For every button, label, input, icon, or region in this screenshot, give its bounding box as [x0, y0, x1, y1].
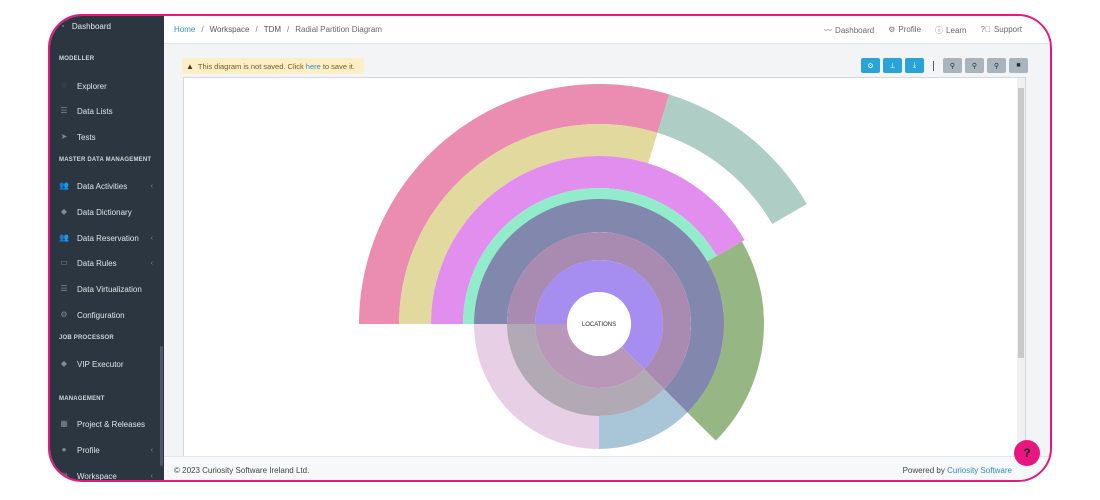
sidebar-item-data-virtualization[interactable]: ☰ Data Virtualization	[59, 281, 159, 297]
breadcrumb-tdm[interactable]: TDM	[264, 25, 281, 34]
paper-plane-icon: ➤	[60, 132, 68, 141]
sidebar-item-label: Data Rules	[77, 258, 117, 268]
sidebar-item-workspace[interactable]: ▤ Workspace ‹	[59, 468, 159, 481]
sidebar-item-data-activities[interactable]: 👥 Data Activities ‹	[59, 178, 159, 194]
user-icon: ●	[61, 445, 67, 454]
sidebar-item-label: Data Dictionary	[77, 207, 132, 217]
zoom-in-icon: ⚲	[971, 62, 978, 70]
canvas-scrollbar[interactable]	[1018, 88, 1024, 358]
chevron-left-icon: ‹	[150, 472, 153, 480]
search-icon: ⚲	[949, 62, 956, 70]
sidebar-item-label: Data Virtualization	[77, 284, 142, 294]
save-link[interactable]: here	[306, 62, 321, 71]
sidebar-section-modeller: MODELLER	[59, 56, 95, 62]
chevron-left-icon: ‹	[150, 446, 153, 454]
sidebar-item-configuration[interactable]: ⚙ Configuration	[59, 307, 159, 323]
gear-icon: ⚙	[867, 62, 874, 70]
question-icon: ?⃝	[980, 25, 991, 34]
settings-button[interactable]: ⚙	[861, 58, 880, 73]
list-icon: ☰	[60, 106, 68, 115]
chevron-left-icon: ‹	[150, 259, 153, 267]
sidebar-section-job-processor: JOB PROCESSOR	[59, 335, 114, 341]
help-button[interactable]: ?	[1014, 440, 1040, 466]
sidebar-item-label: Tests	[77, 132, 96, 142]
center-label: LOCATIONS	[582, 322, 616, 328]
breadcrumb-workspace[interactable]: Workspace	[210, 25, 250, 34]
gear-icon: ⚙	[60, 310, 68, 319]
download-button[interactable]: ⤓	[905, 58, 924, 73]
sidebar-item-label: VIP Executor	[77, 359, 124, 369]
breadcrumb-current: Radial Partition Diagram	[295, 25, 382, 34]
gear-icon: ⚙	[888, 25, 896, 34]
sidebar-item-tests[interactable]: ➤ Tests	[59, 129, 159, 145]
sidebar-section-management: MANAGEMENT	[59, 396, 105, 402]
top-nav: 〰 Dashboard ⚙ Profile ⓘ Learn ?⃝ Support	[824, 25, 1022, 36]
topnav-profile[interactable]: ⚙ Profile	[888, 25, 921, 36]
id-card-icon: ▭	[60, 258, 68, 267]
info-icon: ⓘ	[935, 26, 944, 35]
diamond-icon: ◆	[60, 359, 68, 368]
topnav-dashboard[interactable]: 〰 Dashboard	[824, 25, 874, 36]
sidebar: ◔ Dashboard MODELLER ◌ Explorer ☰ Data L…	[50, 16, 164, 480]
top-bar: Home / Workspace / TDM / Radial Partitio…	[164, 16, 1050, 44]
sidebar-item-explorer[interactable]: ◌ Explorer	[59, 78, 159, 94]
zoom-out-button[interactable]: ⚲	[987, 58, 1006, 73]
sidebar-section-master-data: MASTER DATA MANAGEMENT	[59, 157, 152, 163]
sidebar-item-data-lists[interactable]: ☰ Data Lists	[59, 103, 159, 119]
dashboard-icon: ◔	[60, 22, 65, 31]
warning-icon: ▲	[186, 61, 194, 71]
sidebar-item-project-releases[interactable]: ▦ Project & Releases	[59, 416, 159, 432]
sidebar-item-label: Configuration	[77, 310, 125, 320]
sidebar-item-data-rules[interactable]: ▭ Data Rules ‹	[59, 255, 159, 271]
chevron-left-icon: ‹	[150, 182, 153, 190]
sidebar-item-label: Data Activities	[77, 181, 128, 191]
zoom-in-button[interactable]: ⚲	[965, 58, 984, 73]
hierarchy-button[interactable]: ⊥	[883, 58, 902, 73]
diagram-toolbar: ⚙ ⊥ ⤓ ⚲ ⚲ ⚲ ■	[861, 58, 1028, 73]
diagram-canvas[interactable]: LOCATIONS	[183, 77, 1026, 457]
sidebar-item-label: Explorer	[77, 81, 107, 91]
sidebar-item-data-dictionary[interactable]: ◆ Data Dictionary	[59, 204, 159, 220]
chevron-left-icon: ‹	[150, 234, 153, 242]
app-window: ◔ Dashboard MODELLER ◌ Explorer ☰ Data L…	[48, 14, 1052, 482]
line-chart-icon: 〰	[824, 26, 833, 35]
sidebar-item-profile[interactable]: ● Profile ‹	[59, 442, 159, 458]
sidebar-item-label: Workspace	[77, 471, 117, 481]
copyright: © 2023 Curiosity Software Ireland Ltd.	[174, 466, 310, 475]
compass-icon: ◌	[61, 81, 67, 90]
download-icon: ⤓	[912, 61, 917, 69]
users-icon: 👥	[59, 233, 69, 242]
list-icon: ☰	[60, 284, 68, 293]
sidebar-scrollbar[interactable]	[160, 346, 163, 466]
briefcase-icon: ▤	[60, 471, 68, 480]
sidebar-item-label: Profile	[77, 445, 100, 455]
breadcrumb-home[interactable]: Home	[174, 25, 195, 34]
toolbar-divider	[933, 60, 934, 71]
sidebar-item-label: Project & Releases	[77, 419, 146, 429]
tag-icon: ◆	[60, 207, 68, 216]
sidebar-item-dashboard[interactable]: ◔ Dashboard	[60, 22, 111, 31]
sidebar-item-data-reservation[interactable]: 👥 Data Reservation ‹	[59, 230, 159, 246]
help-icon: ?	[1023, 446, 1031, 460]
users-icon: 👥	[59, 181, 69, 190]
breadcrumb: Home / Workspace / TDM / Radial Partitio…	[174, 25, 382, 34]
topnav-support[interactable]: ?⃝ Support	[981, 25, 1022, 36]
footer: © 2023 Curiosity Software Ireland Ltd. P…	[164, 456, 1050, 480]
square-icon: ■	[1016, 62, 1021, 69]
sidebar-item-label: Dashboard	[71, 22, 111, 31]
sidebar-item-vip-executor[interactable]: ◆ VIP Executor	[59, 356, 159, 372]
fullscreen-button[interactable]: ■	[1009, 58, 1028, 73]
unsaved-alert: ▲ This diagram is not saved. Click here …	[182, 58, 364, 74]
zoom-out-icon: ⚲	[993, 62, 1000, 70]
sidebar-item-label: Data Lists	[77, 106, 113, 116]
zoom-fit-button[interactable]: ⚲	[943, 58, 962, 73]
sitemap-icon: ⊥	[889, 62, 896, 70]
topnav-learn[interactable]: ⓘ Learn	[935, 25, 966, 36]
powered-by: Powered by Curiosity Software	[902, 466, 1012, 475]
grid-icon: ▦	[60, 419, 68, 428]
radial-partition-diagram[interactable]: LOCATIONS	[184, 78, 1019, 456]
curiosity-link[interactable]: Curiosity Software	[947, 466, 1012, 475]
sidebar-item-label: Data Reservation	[77, 233, 139, 243]
